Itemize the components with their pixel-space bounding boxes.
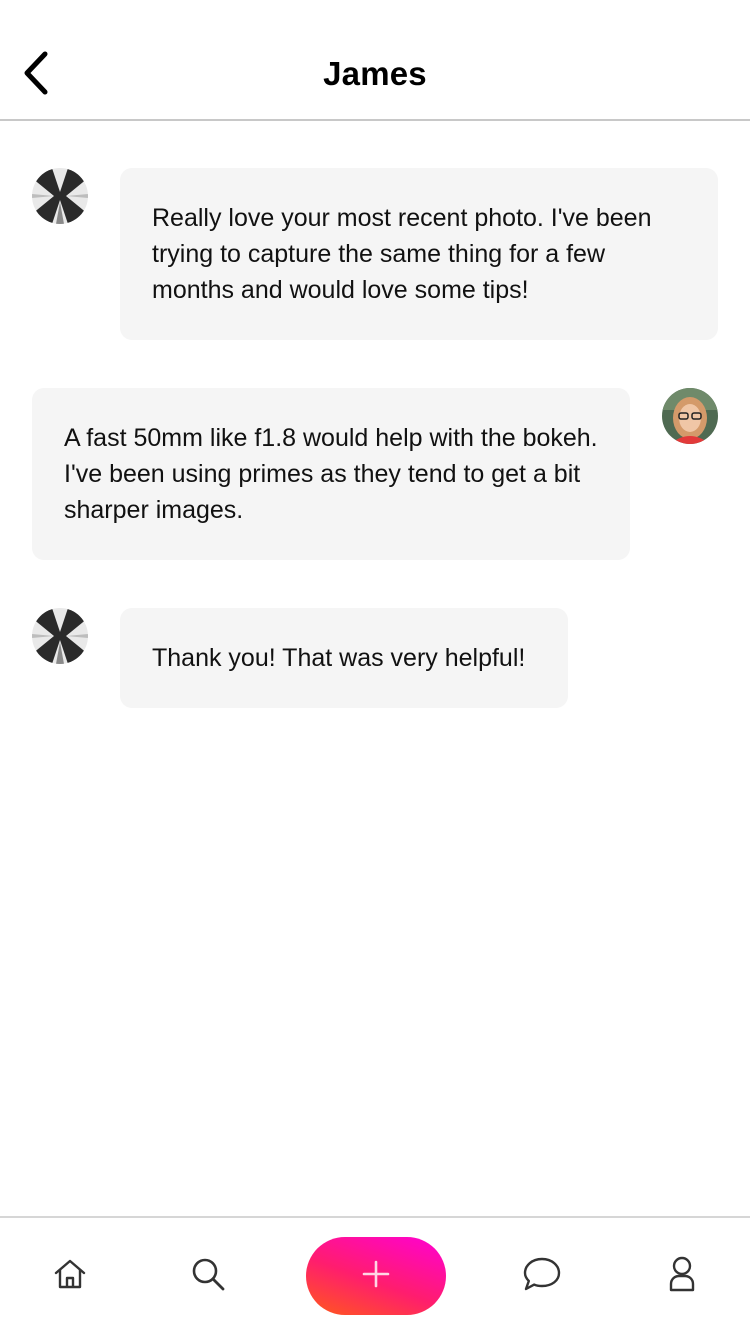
chat-screen: James Really love your most recent photo… xyxy=(0,0,750,1334)
message-bubble-incoming: Thank you! That was very helpful! xyxy=(120,608,568,708)
create-post-button[interactable] xyxy=(306,1237,446,1315)
chat-header: James xyxy=(0,0,750,121)
chat-bubble-icon xyxy=(522,1255,562,1298)
nav-home-button[interactable] xyxy=(40,1218,100,1334)
message-text: Really love your most recent photo. I've… xyxy=(152,204,652,304)
profile-icon xyxy=(667,1255,697,1298)
page-title: James xyxy=(323,55,427,92)
nav-messages-button[interactable] xyxy=(512,1218,572,1334)
plus-icon xyxy=(361,1259,391,1294)
message-bubble-incoming: Really love your most recent photo. I've… xyxy=(120,168,718,340)
message-text: A fast 50mm like f1.8 would help with th… xyxy=(64,424,598,524)
message-bubble-outgoing: A fast 50mm like f1.8 would help with th… xyxy=(32,388,630,560)
nav-search-button[interactable] xyxy=(178,1218,238,1334)
message-text: Thank you! That was very helpful! xyxy=(152,644,526,672)
contact-avatar[interactable] xyxy=(32,168,88,224)
nav-profile-button[interactable] xyxy=(652,1218,712,1334)
home-icon xyxy=(53,1258,87,1295)
bottom-nav xyxy=(0,1216,750,1334)
user-avatar[interactable] xyxy=(662,388,718,444)
contact-avatar[interactable] xyxy=(32,608,88,664)
search-icon xyxy=(190,1256,226,1297)
